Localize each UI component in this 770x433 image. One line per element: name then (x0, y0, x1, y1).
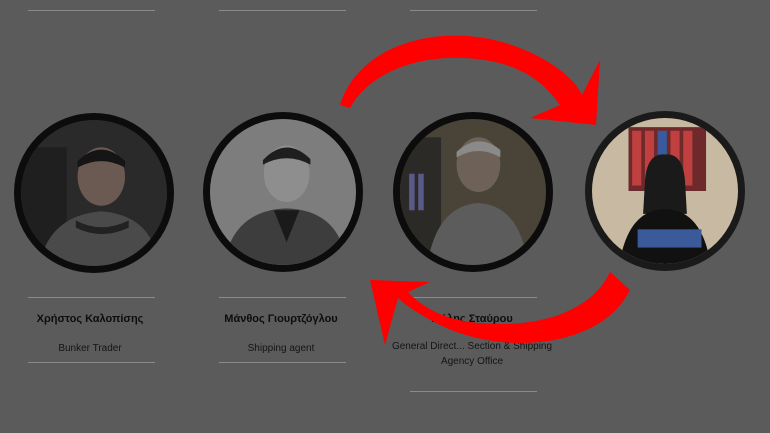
member-role-1: Bunker Trader (58, 343, 122, 354)
person-photo-4 (592, 118, 738, 264)
person-photo-2 (210, 119, 356, 265)
avatar-team-member-3 (393, 112, 553, 272)
avatar-team-member-2 (203, 112, 363, 272)
member-role-3: General Direct... Section & Shipping Age… (391, 341, 553, 367)
divider-top-2 (219, 10, 346, 11)
divider-top-1 (28, 10, 155, 11)
divider-1a (28, 297, 155, 298)
member-name-3: ...ήλης Σταύρου (431, 313, 513, 325)
person-photo-3 (400, 119, 546, 265)
member-name-1: Χρήστος Καλοπίσης (36, 313, 144, 325)
avatar-team-member-4 (585, 111, 745, 271)
divider-2b (219, 362, 346, 363)
divider-top-3 (410, 10, 537, 11)
avatar-team-member-1 (14, 113, 174, 273)
member-name-2: Μάνθος Γιουρτζόγλου (224, 313, 338, 325)
member-role-2: Shipping agent (247, 343, 315, 354)
divider-1b (28, 362, 155, 363)
divider-3a (410, 297, 537, 298)
divider-2a (219, 297, 346, 298)
divider-3b (410, 391, 537, 392)
person-photo-1 (21, 120, 167, 266)
